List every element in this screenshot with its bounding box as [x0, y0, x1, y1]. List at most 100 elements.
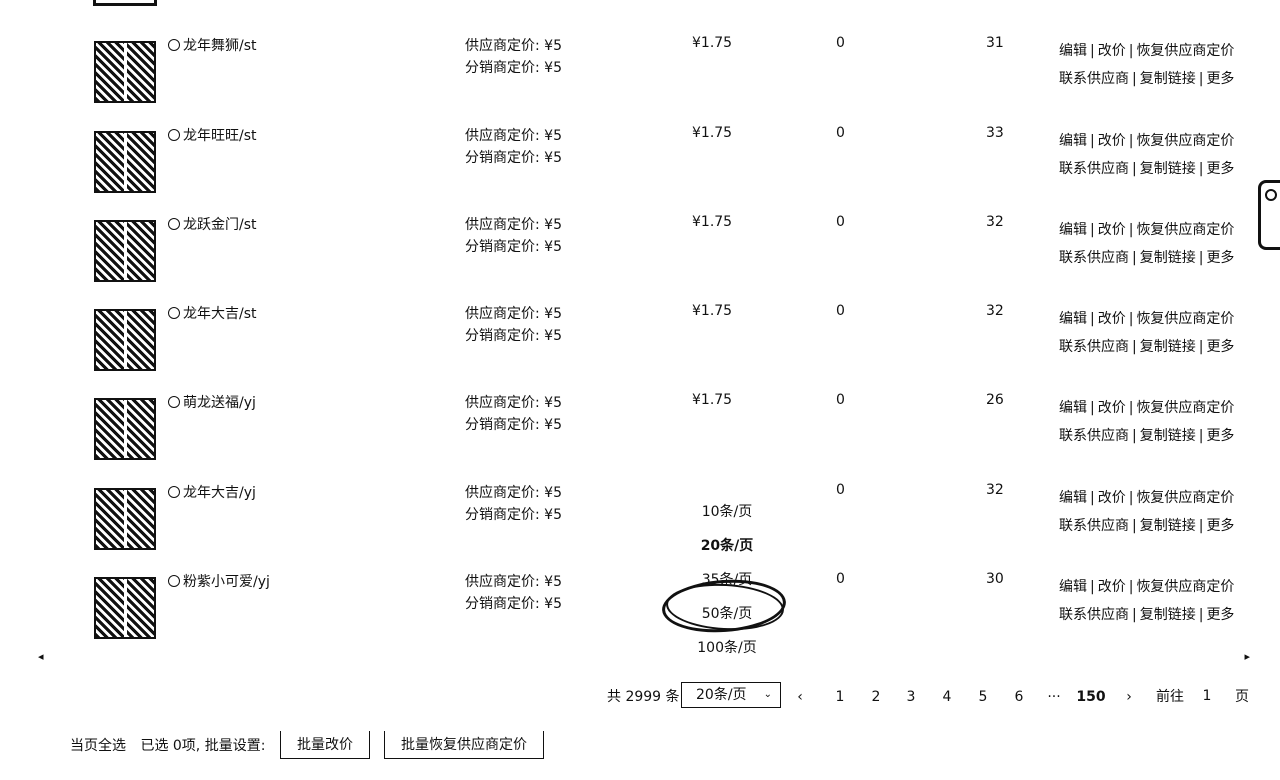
more-link[interactable]: 更多 [1206, 518, 1234, 534]
select-all-checkbox-label[interactable]: 当页全选 [70, 738, 126, 754]
contact-supplier-link[interactable]: 联系供应商 [1059, 428, 1129, 444]
price-info: 供应商定价: ¥5 分销商定价: ¥5 [465, 35, 562, 79]
table-row: 龙年大吉/yj 供应商定价: ¥5 分销商定价: ¥5 0 32 编辑 | 改价 | 恢… [0, 482, 1260, 582]
next-page-button[interactable]: › [1115, 685, 1143, 709]
page-button[interactable]: 3 [897, 685, 925, 709]
selected-count: 已选 0项, 批量设置: [140, 738, 266, 754]
product-name[interactable]: 龙年舞狮/st [168, 35, 257, 55]
price-info: 供应商定价: ¥5 分销商定价: ¥5 [465, 214, 562, 258]
price-info: 供应商定价: ¥5 分销商定价: ¥5 [465, 392, 562, 436]
restore-price-link[interactable]: 恢复供应商定价 [1136, 490, 1234, 506]
copy-link-link[interactable]: 复制链接 [1140, 339, 1196, 355]
edit-link[interactable]: 编辑 [1059, 311, 1087, 327]
reprice-link[interactable]: 改价 [1098, 400, 1126, 416]
reprice-link[interactable]: 改价 [1098, 133, 1126, 149]
restore-price-link[interactable]: 恢复供应商定价 [1136, 43, 1234, 59]
contact-supplier-link[interactable]: 联系供应商 [1059, 161, 1129, 177]
page-button[interactable]: 1 [826, 685, 854, 709]
edit-link[interactable]: 编辑 [1059, 43, 1087, 59]
page-button-last[interactable]: 150 [1073, 685, 1109, 709]
product-thumbnail[interactable] [94, 131, 156, 193]
product-name[interactable]: 萌龙送福/yj [168, 392, 256, 412]
prev-page-button[interactable]: ‹ [786, 685, 814, 709]
more-link[interactable]: 更多 [1206, 250, 1234, 266]
product-name[interactable]: 龙跃金门/st [168, 214, 257, 234]
distributor-price: 分销商定价: ¥5 [465, 328, 562, 344]
contact-supplier-link[interactable]: 联系供应商 [1059, 250, 1129, 266]
page-button[interactable]: 6 [1005, 685, 1033, 709]
count-b: 32 [986, 482, 1004, 498]
goto-page-input[interactable]: 1 [1192, 684, 1222, 708]
copy-link-link[interactable]: 复制链接 [1140, 518, 1196, 534]
reprice-link[interactable]: 改价 [1098, 311, 1126, 327]
copy-link-link[interactable]: 复制链接 [1140, 71, 1196, 87]
restore-price-link[interactable]: 恢复供应商定价 [1136, 400, 1234, 416]
product-thumbnail[interactable] [94, 41, 156, 103]
count-b: 30 [986, 571, 1004, 587]
page-button[interactable]: 2 [862, 685, 890, 709]
price-info: 供应商定价: ¥5 分销商定价: ¥5 [465, 571, 562, 615]
product-thumbnail[interactable] [94, 309, 156, 371]
copy-link-link[interactable]: 复制链接 [1140, 250, 1196, 266]
globe-icon [168, 218, 180, 230]
reprice-link[interactable]: 改价 [1098, 490, 1126, 506]
restore-price-link[interactable]: 恢复供应商定价 [1136, 133, 1234, 149]
page-button[interactable]: 4 [933, 685, 961, 709]
row-actions: 编辑 | 改价 | 恢复供应商定价 联系供应商 | 复制链接 | 更多 [1059, 127, 1234, 183]
restore-price-link[interactable]: 恢复供应商定价 [1136, 311, 1234, 327]
separator: | [1128, 43, 1134, 59]
contact-supplier-link[interactable]: 联系供应商 [1059, 339, 1129, 355]
more-link[interactable]: 更多 [1206, 339, 1234, 355]
more-link[interactable]: 更多 [1206, 161, 1234, 177]
contact-supplier-link[interactable]: 联系供应商 [1059, 71, 1129, 87]
product-name[interactable]: 龙年大吉/st [168, 303, 257, 323]
separator: | [1132, 339, 1137, 355]
product-thumbnail[interactable] [94, 488, 156, 550]
product-thumbnail[interactable] [94, 398, 156, 460]
row-actions: 编辑 | 改价 | 恢复供应商定价 联系供应商 | 复制链接 | 更多 [1059, 305, 1234, 361]
edit-link[interactable]: 编辑 [1059, 400, 1087, 416]
count-a: 0 [836, 571, 845, 587]
batch-restore-price-button[interactable]: 批量恢复供应商定价 [384, 731, 544, 759]
more-link[interactable]: 更多 [1206, 71, 1234, 87]
edit-link[interactable]: 编辑 [1059, 579, 1087, 595]
side-float-tab[interactable] [1258, 180, 1280, 250]
page-size-option[interactable]: 10条/页 [672, 495, 782, 529]
restore-price-link[interactable]: 恢复供应商定价 [1136, 579, 1234, 595]
reprice-link[interactable]: 改价 [1098, 579, 1126, 595]
edit-link[interactable]: 编辑 [1059, 490, 1087, 506]
product-name[interactable]: 龙年旺旺/st [168, 125, 257, 145]
table-row: 龙年舞狮/st 供应商定价: ¥5 分销商定价: ¥5 ¥1.75 0 31 编… [0, 35, 1260, 135]
contact-supplier-link[interactable]: 联系供应商 [1059, 518, 1129, 534]
copy-link-link[interactable]: 复制链接 [1140, 607, 1196, 623]
page-size-option-selected[interactable]: 20条/页 [672, 529, 782, 563]
copy-link-link[interactable]: 复制链接 [1140, 428, 1196, 444]
product-name[interactable]: 粉紫小可爱/yj [168, 571, 270, 591]
restore-price-link[interactable]: 恢复供应商定价 [1136, 222, 1234, 238]
reprice-link[interactable]: 改价 [1098, 43, 1126, 59]
more-link[interactable]: 更多 [1206, 607, 1234, 623]
product-name[interactable]: 龙年大吉/yj [168, 482, 256, 502]
sale-price: ¥1.75 [692, 214, 733, 230]
contact-supplier-link[interactable]: 联系供应商 [1059, 607, 1129, 623]
count-b: 33 [986, 125, 1004, 141]
reprice-link[interactable]: 改价 [1098, 222, 1126, 238]
sale-price: ¥1.75 [692, 125, 733, 141]
edit-link[interactable]: 编辑 [1059, 222, 1087, 238]
supplier-price: 供应商定价: ¥5 [465, 217, 562, 233]
page-button[interactable]: 5 [969, 685, 997, 709]
separator: | [1132, 428, 1137, 444]
scroll-left-icon[interactable]: ◂ [38, 650, 44, 663]
batch-reprice-button[interactable]: 批量改价 [280, 731, 370, 759]
page-ellipsis[interactable]: ··· [1040, 685, 1068, 709]
scroll-right-icon[interactable]: ▸ [1244, 650, 1250, 663]
page-size-select[interactable]: 20条/页 ⌄ [681, 682, 781, 708]
separator: | [1090, 579, 1095, 595]
product-thumbnail[interactable] [94, 577, 156, 639]
copy-link-link[interactable]: 复制链接 [1140, 161, 1196, 177]
product-thumbnail[interactable] [94, 220, 156, 282]
page-size-value: 20条/页 [696, 687, 747, 703]
more-link[interactable]: 更多 [1206, 428, 1234, 444]
horizontal-scrollbar[interactable]: ◂ ▸ [38, 650, 1250, 663]
edit-link[interactable]: 编辑 [1059, 133, 1087, 149]
